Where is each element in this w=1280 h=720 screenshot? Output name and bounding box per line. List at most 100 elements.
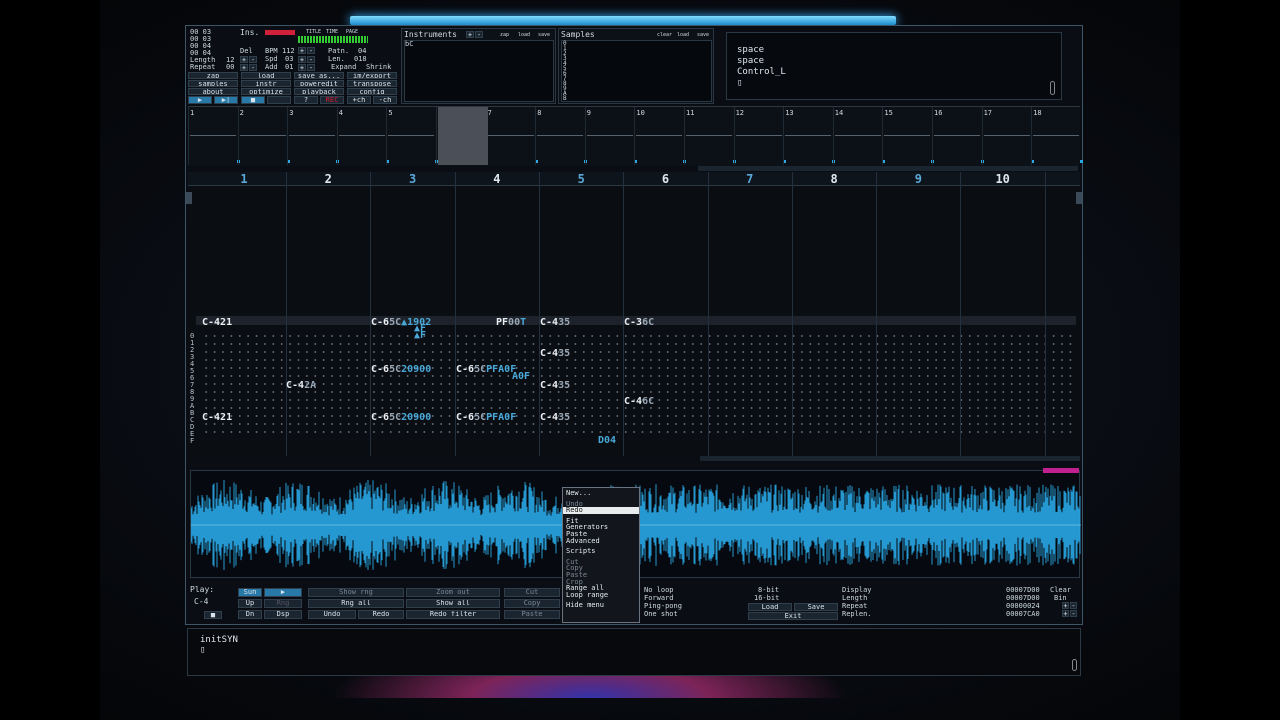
timeline-marker[interactable]: 8: [537, 110, 541, 117]
redo-button[interactable]: Redo: [358, 610, 404, 619]
pattern-cell[interactable]: C-435: [540, 381, 570, 391]
channel-header[interactable]: 3: [371, 172, 455, 186]
im-export-button[interactable]: im/export: [347, 72, 397, 79]
8bit-option[interactable]: 8-bit: [758, 587, 779, 594]
undo-button[interactable]: Undo: [308, 610, 356, 619]
instr-button[interactable]: instr: [241, 80, 291, 87]
sample-load-button[interactable]: Load: [748, 603, 792, 611]
context-menu-item[interactable]: Scripts: [563, 548, 639, 555]
copy-button[interactable]: Copy: [504, 599, 560, 608]
repeat-down-button[interactable]: -: [249, 64, 257, 71]
show-range-button[interactable]: Show rng: [308, 588, 404, 597]
instrument-add-button[interactable]: +: [466, 31, 474, 38]
extra-button[interactable]: [267, 96, 291, 104]
context-menu-item[interactable]: Advanced: [563, 537, 639, 545]
timeline-marker[interactable]: 13: [785, 110, 793, 117]
channel-header[interactable]: 6: [624, 172, 708, 186]
forward-option[interactable]: Forward: [644, 595, 674, 602]
instruments-load-button[interactable]: load: [518, 32, 530, 39]
instrument-item[interactable]: bC: [405, 41, 413, 48]
pattern-cell[interactable]: D04: [598, 436, 616, 446]
range-all-button[interactable]: Rng all: [308, 599, 404, 608]
transpose-button[interactable]: transpose: [347, 80, 397, 87]
add-channel-button[interactable]: +ch: [347, 96, 371, 104]
channel-header[interactable]: 4: [455, 172, 539, 186]
repeat-up-button[interactable]: +: [1062, 602, 1069, 609]
exit-button[interactable]: Exit: [748, 612, 838, 620]
instruments-zap-button[interactable]: zap: [500, 32, 509, 39]
pattern-cell[interactable]: C-65CPFA0F: [456, 413, 516, 423]
pattern-cell[interactable]: C-42A: [286, 381, 316, 391]
repeat-down-button[interactable]: -: [1070, 602, 1077, 609]
channel-header[interactable]: 10: [961, 172, 1045, 186]
poweredit-button[interactable]: poweredit: [294, 80, 344, 87]
samples-load-button[interactable]: load: [677, 32, 689, 39]
instrument-remove-button[interactable]: -: [475, 31, 483, 38]
optimize-button[interactable]: optimize: [241, 88, 291, 95]
about-button[interactable]: about: [188, 88, 238, 95]
length-up-button[interactable]: +: [240, 56, 248, 63]
channel-header[interactable]: 8: [792, 172, 876, 186]
timeline-marker[interactable]: 3: [289, 110, 293, 117]
timeline-marker[interactable]: 9: [587, 110, 591, 117]
redo-filter-button[interactable]: Redo filter: [406, 610, 500, 619]
pattern-cell[interactable]: C-435: [540, 413, 570, 423]
timeline-marker[interactable]: 15: [884, 110, 892, 117]
pattern-hscroll-left[interactable]: [186, 192, 192, 204]
load-button[interactable]: load: [241, 72, 291, 79]
expand-button[interactable]: Expand: [331, 64, 356, 71]
pattern-cell[interactable]: C-421: [202, 413, 232, 423]
zap-button[interactable]: zap: [188, 72, 238, 79]
remove-channel-button[interactable]: -ch: [373, 96, 397, 104]
timeline-scrollbar[interactable]: [698, 166, 1078, 171]
timeline-marker[interactable]: 16: [934, 110, 942, 117]
rec-button[interactable]: REC: [320, 96, 344, 104]
pattern-cell[interactable]: C-421: [202, 318, 232, 328]
pattern-cell[interactable]: C-65C20900: [371, 413, 431, 423]
samples-save-button[interactable]: save: [697, 32, 709, 39]
up-button[interactable]: Up: [238, 599, 262, 608]
spd-up-button[interactable]: +: [298, 56, 306, 63]
timeline-marker[interactable]: 7: [488, 110, 492, 117]
pattern-cell[interactable]: PF00T: [496, 318, 526, 328]
channel-header[interactable]: 7: [708, 172, 792, 186]
timeline-marker[interactable]: 12: [736, 110, 744, 117]
samples-button[interactable]: samples: [188, 80, 238, 87]
timeline-marker[interactable]: 18: [1033, 110, 1041, 117]
pattern-cell[interactable]: C-65CPFA0F: [456, 365, 516, 375]
paste-button[interactable]: Paste: [504, 610, 560, 619]
play-button[interactable]: ▶: [188, 96, 212, 104]
clear-button[interactable]: Clear: [1050, 587, 1071, 594]
ping-pong-option[interactable]: Ping-pong: [644, 603, 682, 610]
context-menu-item[interactable]: New...: [563, 490, 639, 497]
bpm-down-button[interactable]: -: [307, 47, 315, 54]
timeline-marker[interactable]: 1: [190, 110, 194, 117]
sun-button[interactable]: Sun: [238, 588, 262, 597]
save-as-button[interactable]: save as...: [294, 72, 344, 79]
help-button[interactable]: ?: [294, 96, 318, 104]
timeline-marker[interactable]: 11: [686, 110, 694, 117]
bpm-up-button[interactable]: +: [298, 47, 306, 54]
shrink-button[interactable]: Shrink: [366, 64, 391, 71]
pattern-hscroll-right[interactable]: [1076, 192, 1082, 204]
timeline-marker[interactable]: 14: [835, 110, 843, 117]
rng-button[interactable]: Rng: [264, 599, 302, 608]
spd-down-button[interactable]: -: [307, 56, 315, 63]
channel-header[interactable]: 5: [539, 172, 623, 186]
pattern-cell[interactable]: C-65C20900: [371, 365, 431, 375]
dsp-button[interactable]: Dsp: [264, 610, 302, 619]
pattern-cell[interactable]: C-435: [540, 318, 570, 328]
pattern-scrollbar[interactable]: [700, 456, 1080, 461]
loop-marker[interactable]: [1043, 468, 1079, 473]
sample-save-button[interactable]: Save: [794, 603, 838, 611]
key-log-scrollbar[interactable]: [1050, 81, 1055, 95]
instruments-list[interactable]: bC: [404, 40, 554, 102]
timeline-marker[interactable]: 4: [339, 110, 343, 117]
timeline-marker[interactable]: 10: [636, 110, 644, 117]
play-sample-button[interactable]: ▶: [264, 588, 302, 597]
config-button[interactable]: config: [347, 88, 397, 95]
channel-header[interactable]: 9: [876, 172, 960, 186]
channel-header[interactable]: 2: [286, 172, 370, 186]
pattern-cell[interactable]: C-36C: [624, 318, 654, 328]
cut-button[interactable]: Cut: [504, 588, 560, 597]
